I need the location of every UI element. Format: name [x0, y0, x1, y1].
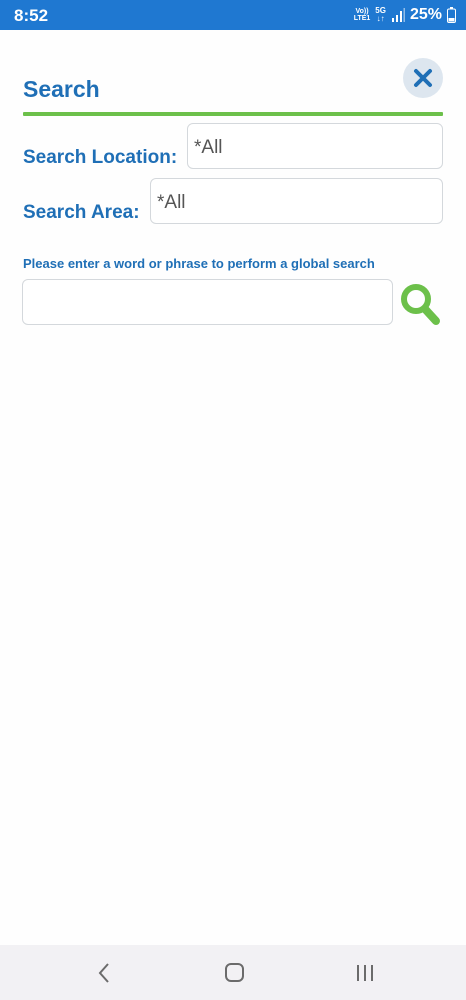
- status-time: 8:52: [14, 6, 49, 25]
- 5g-icon: 5G ↓↑: [375, 6, 386, 23]
- search-location-label: Search Location:: [23, 147, 178, 168]
- back-button[interactable]: [97, 962, 111, 989]
- battery-percent: 25%: [409, 6, 442, 23]
- close-icon: [414, 69, 432, 87]
- recents-icon: [357, 965, 373, 981]
- global-search-input[interactable]: [22, 279, 393, 325]
- status-icons: Vo)) LTE1 5G ↓↑ 25%: [354, 5, 456, 25]
- lte-icon: Vo)) LTE1: [353, 8, 371, 22]
- status-bar: 8:52 Vo)) LTE1 5G ↓↑ 25%: [0, 0, 466, 30]
- search-location-select[interactable]: *All: [187, 123, 443, 169]
- close-button[interactable]: [403, 58, 443, 98]
- search-area-label: Search Area:: [23, 202, 140, 223]
- home-button[interactable]: [224, 962, 246, 989]
- back-icon: [98, 963, 109, 983]
- page-title: Search: [23, 76, 100, 102]
- signal-icon: [391, 8, 405, 22]
- battery-icon: [447, 7, 456, 23]
- search-area-select[interactable]: *All: [150, 178, 443, 224]
- home-icon: [225, 963, 244, 982]
- search-button[interactable]: [399, 281, 443, 327]
- global-search-hint: Please enter a word or phrase to perform…: [23, 256, 375, 271]
- search-icon: [401, 284, 440, 325]
- system-nav-bar: [0, 945, 466, 1000]
- recents-button[interactable]: [355, 962, 375, 989]
- header-divider: [23, 112, 443, 116]
